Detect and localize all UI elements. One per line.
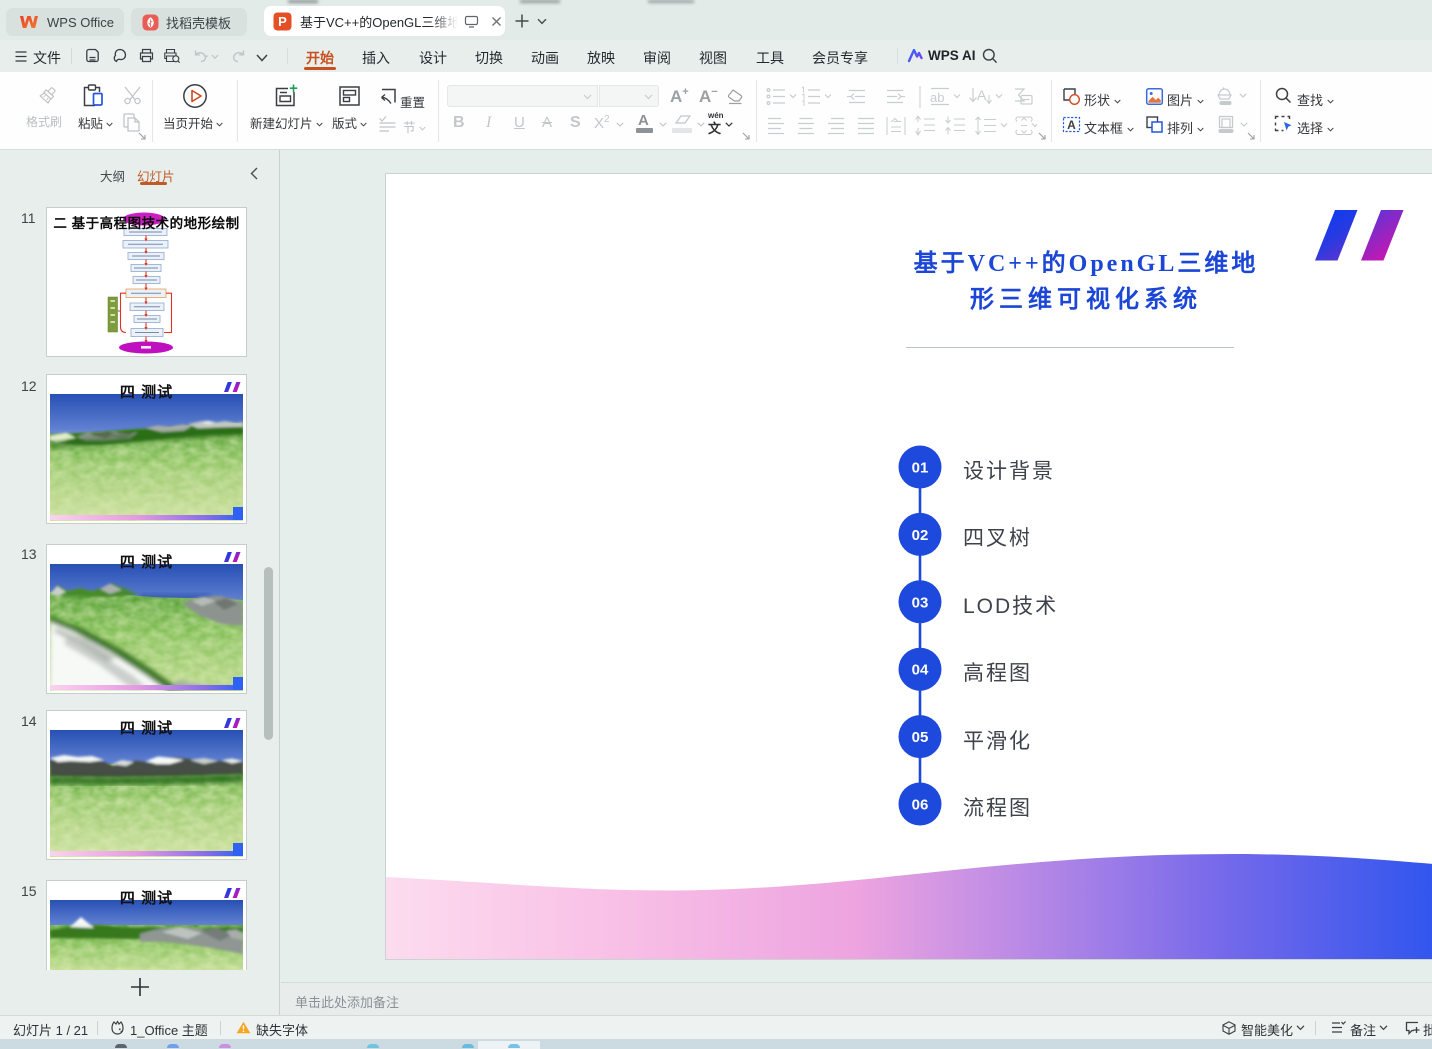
- svg-text:05: 05: [912, 729, 929, 746]
- svg-text:A: A: [1067, 118, 1076, 132]
- svg-text:02: 02: [912, 527, 929, 544]
- svg-text:06: 06: [912, 797, 929, 814]
- svg-text:04: 04: [912, 662, 929, 679]
- svg-text:ab: ab: [930, 90, 944, 105]
- svg-text:A: A: [977, 87, 987, 103]
- svg-text:03: 03: [912, 594, 929, 611]
- svg-text:P: P: [278, 14, 287, 29]
- svg-text:01: 01: [912, 460, 929, 477]
